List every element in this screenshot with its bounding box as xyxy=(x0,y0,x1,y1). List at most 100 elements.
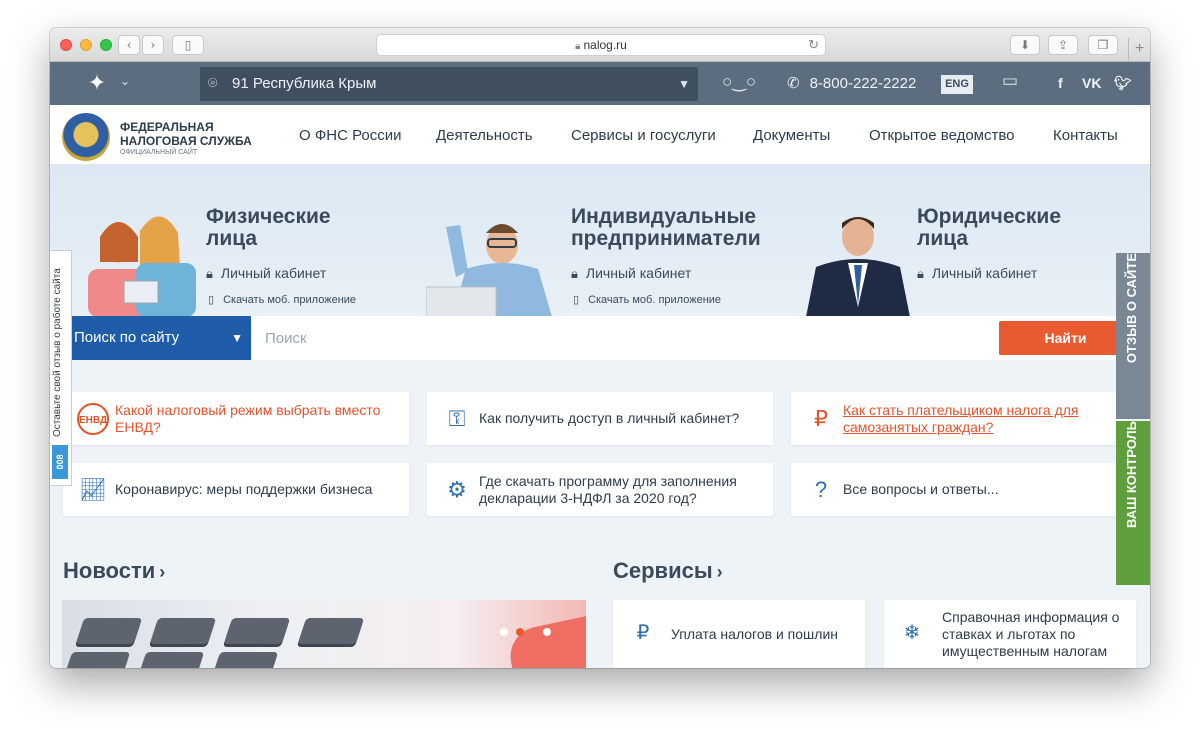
category-title-line: Юридические xyxy=(917,205,1062,228)
calculator-key xyxy=(63,652,131,668)
calculator-key xyxy=(149,618,217,644)
calculator-key xyxy=(297,618,365,644)
app-label: Скачать моб. приложение xyxy=(588,294,722,306)
nav-activity[interactable]: Деятельность xyxy=(436,127,533,144)
chart-up-icon: 📈︎ xyxy=(79,477,107,502)
category-title-line: предприниматели xyxy=(571,227,761,250)
facebook-icon[interactable]: f xyxy=(1058,75,1063,91)
downloads-button[interactable]: ⬇ xyxy=(1010,35,1040,55)
slider-dot-active[interactable] xyxy=(516,628,524,636)
service-card[interactable]: ₽ Уплата налогов и пошлин xyxy=(613,600,865,668)
quick-link-card[interactable]: 📈︎ Коронавирус: меры поддержки бизнеса xyxy=(63,463,409,516)
ruble-phone-icon: ₽ xyxy=(636,622,650,644)
individuals-cabinet-link[interactable]: 🔒︎ Личный кабинет xyxy=(206,265,326,282)
slider-dot[interactable] xyxy=(500,628,508,636)
search-scope-select[interactable]: Поиск по сайту ▼ xyxy=(72,316,251,360)
chevron-right-icon: › xyxy=(159,562,166,582)
entrepreneurs-cabinet-link[interactable]: 🔒︎ Личный кабинет xyxy=(571,265,691,282)
minimize-window-button[interactable] xyxy=(80,39,92,51)
businessman-photo xyxy=(806,217,910,317)
share-button[interactable]: ⇪ xyxy=(1048,35,1078,55)
feedback-side-tab[interactable]: Оставьте свой отзыв о работе сайта 008 xyxy=(50,250,72,486)
fns-logo-icon[interactable] xyxy=(62,113,110,161)
services-section-title[interactable]: Сервисы › xyxy=(613,558,723,584)
your-control-side-tab[interactable]: ВАШ КОНТРОЛЬ xyxy=(1116,421,1150,585)
logo-line-2: НАЛОГОВАЯ СЛУЖБА xyxy=(120,134,252,148)
twitter-icon[interactable]: 🐦︎ xyxy=(1114,75,1132,92)
feedback-tab-label: Оставьте свой отзыв о работе сайта xyxy=(52,268,63,437)
category-entrepreneurs-title[interactable]: Индивидуальные предприниматели xyxy=(571,206,761,250)
search-submit-button[interactable]: Найти xyxy=(999,321,1132,355)
lock-icon: 🔒︎ xyxy=(917,266,924,281)
hotline-phone[interactable]: ✆ 8-800-222-2222 xyxy=(787,74,916,92)
chevron-right-icon: › xyxy=(150,38,156,52)
browser-window: ‹ › ▯ 🔒︎ nalog.ru ↻ ⬇ ⇪ ❐ + ✦ ⌄ ⌾ 91 Респ… xyxy=(50,28,1150,668)
logo-title[interactable]: ФЕДЕРАЛЬНАЯ НАЛОГОВАЯ СЛУЖБА xyxy=(120,120,252,148)
search-scope-value: Поиск по сайту xyxy=(74,329,180,346)
language-switch-button[interactable]: ENG xyxy=(941,75,973,94)
close-window-button[interactable] xyxy=(60,39,72,51)
quick-link-card[interactable]: ЕНВД Какой налоговый режим выбрать вмест… xyxy=(63,392,409,445)
sidebar-icon: ▯ xyxy=(184,38,192,52)
back-button[interactable]: ‹ xyxy=(118,35,140,55)
region-select[interactable]: ⌾ 91 Республика Крым ▼ xyxy=(200,67,698,101)
reload-icon[interactable]: ↻ xyxy=(808,35,819,55)
entrepreneurs-app-link[interactable]: ▯ Скачать моб. приложение xyxy=(573,293,721,306)
lock-icon: 🔒︎ xyxy=(571,266,578,281)
nav-services[interactable]: Сервисы и госуслуги xyxy=(571,127,716,144)
vk-icon[interactable]: VK xyxy=(1082,75,1101,91)
slider-dot[interactable] xyxy=(543,628,551,636)
nav-about[interactable]: О ФНС России xyxy=(299,127,402,144)
quick-link-card[interactable]: ⚙ Где скачать программу для заполнения д… xyxy=(427,463,773,516)
app-label: Скачать моб. приложение xyxy=(223,294,357,306)
service-card[interactable]: ❄ Справочная информация о ставках и льго… xyxy=(884,600,1136,668)
sidebar-toggle-button[interactable]: ▯ xyxy=(172,35,204,55)
news-section-title[interactable]: Новости › xyxy=(63,558,165,584)
feedback-chat-icon[interactable]: ▭ xyxy=(1002,71,1018,91)
forward-button[interactable]: › xyxy=(142,35,164,55)
category-legal-entities-title[interactable]: Юридические лица xyxy=(917,206,1061,250)
calculator-key xyxy=(223,618,291,644)
eagle-emblem-icon[interactable]: ✦ xyxy=(84,70,110,96)
legal-entities-cabinet-link[interactable]: 🔒︎ Личный кабинет xyxy=(917,265,1037,282)
chevron-down-icon[interactable]: ⌄ xyxy=(120,74,130,88)
address-bar[interactable]: 🔒︎ nalog.ru ↻ xyxy=(376,34,826,56)
nav-documents[interactable]: Документы xyxy=(753,127,830,144)
quick-link-card[interactable]: ₽ Как стать плательщиком налога для само… xyxy=(791,392,1127,445)
plus-icon: + xyxy=(1134,40,1145,57)
site-review-side-tab[interactable]: ОТЗЫВ О САЙТЕ xyxy=(1116,253,1150,419)
browser-toolbar: ‹ › ▯ 🔒︎ nalog.ru ↻ ⬇ ⇪ ❐ + xyxy=(50,28,1150,62)
chevron-left-icon: ‹ xyxy=(126,38,132,52)
hero-banner: Физические лица 🔒︎ Личный кабинет ▯ Скачат… xyxy=(50,165,1150,317)
category-individuals-title[interactable]: Физические лица xyxy=(206,206,331,250)
mobile-phone-icon: ▯ xyxy=(573,294,580,306)
lock-icon: 🔒︎ xyxy=(206,266,213,281)
quick-link-text: Какой налоговый режим выбрать вместо ЕНВ… xyxy=(115,401,381,435)
new-tab-button[interactable]: + xyxy=(1128,38,1150,62)
quick-link-text: Где скачать программу для заполнения дек… xyxy=(479,472,737,506)
url-text: nalog.ru xyxy=(583,38,627,52)
lock-icon: 🔒︎ xyxy=(575,41,581,52)
category-title-line: лица xyxy=(917,227,969,250)
counter-value: 008 xyxy=(55,454,65,470)
quick-link-card[interactable]: ⚿ Как получить доступ в личный кабинет? xyxy=(427,392,773,445)
gear-stack-icon: ⚙ xyxy=(447,477,467,502)
phone-number: 8-800-222-2222 xyxy=(809,75,917,92)
share-icon: ⇪ xyxy=(1057,38,1069,52)
mother-child-photo xyxy=(88,216,196,317)
nav-contacts[interactable]: Контакты xyxy=(1053,127,1118,144)
zoom-window-button[interactable] xyxy=(100,39,112,51)
tabs-overview-button[interactable]: ❐ xyxy=(1088,35,1118,55)
logo-subtitle: ОФИЦИАЛЬНЫЙ САЙТ xyxy=(120,149,198,156)
counter-badge: 008 xyxy=(52,445,68,479)
top-utility-bar: ✦ ⌄ ⌾ 91 Республика Крым ▼ ○‿○ ✆ 8-800-22… xyxy=(50,62,1150,105)
vision-impaired-icon[interactable]: ○‿○ xyxy=(722,72,756,92)
region-value: 91 Республика Крым xyxy=(232,75,377,92)
quick-link-card[interactable]: ? Все вопросы и ответы... xyxy=(791,463,1127,516)
nav-open-department[interactable]: Открытое ведомство xyxy=(869,127,1015,144)
service-text: Уплата налогов и пошлин xyxy=(671,625,838,642)
search-input[interactable] xyxy=(265,327,965,349)
cabinet-label: Личный кабинет xyxy=(220,265,327,281)
individuals-app-link[interactable]: ▯ Скачать моб. приложение xyxy=(208,293,356,306)
tabs-icon: ❐ xyxy=(1097,38,1109,52)
